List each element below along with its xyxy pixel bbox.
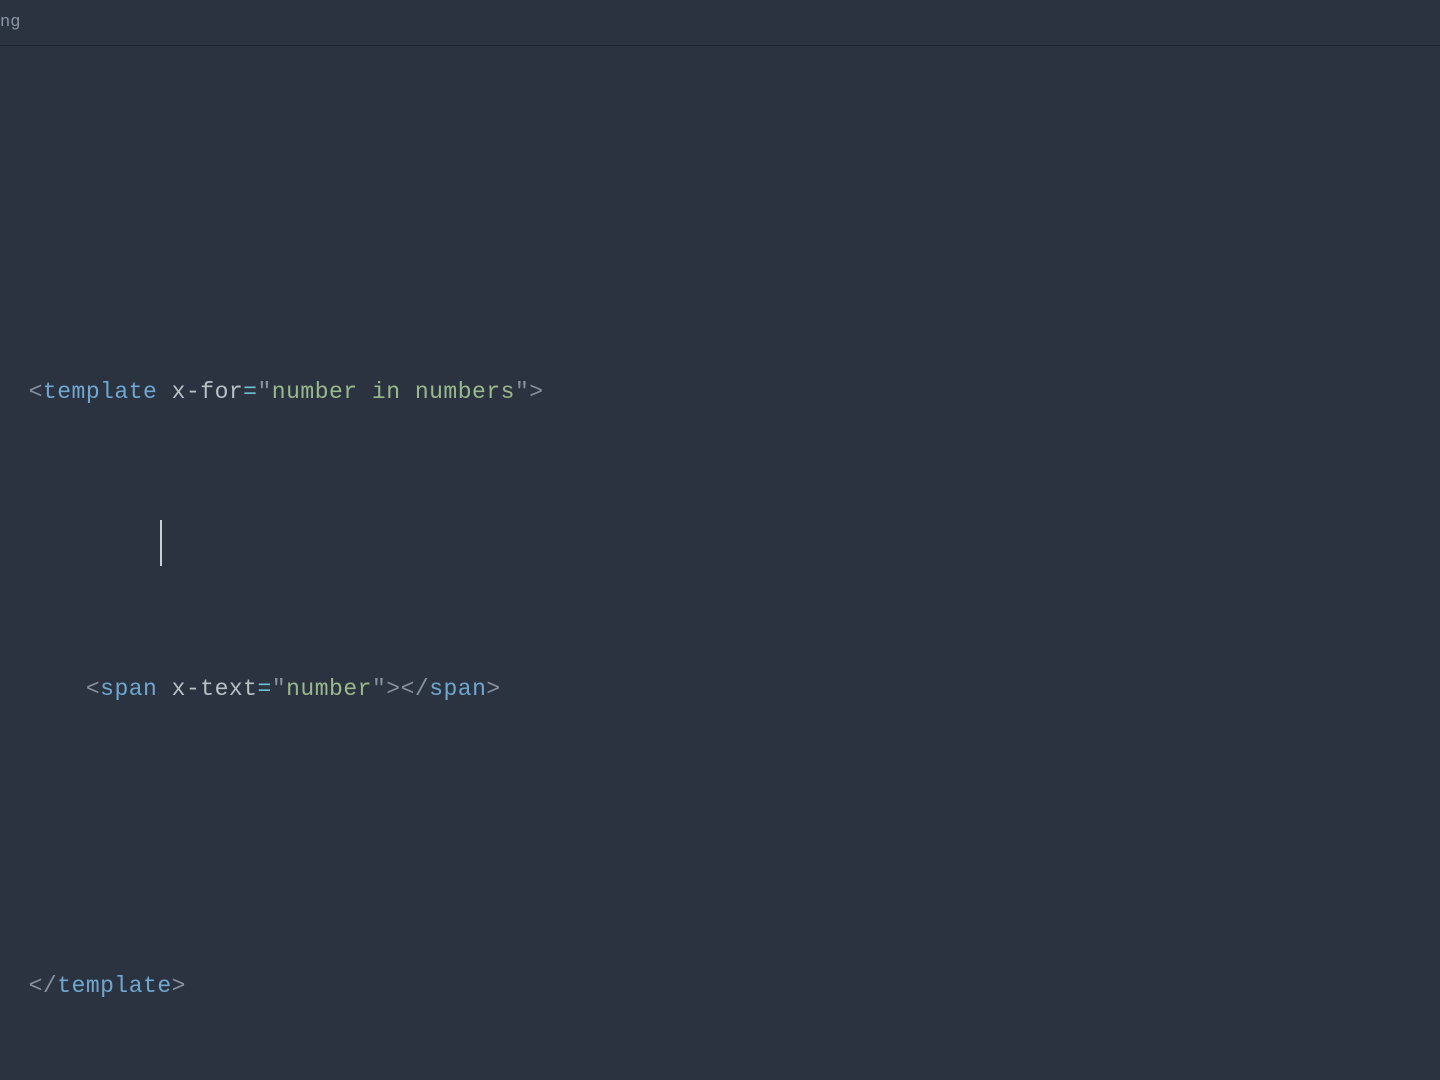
tab-bar: ng [0, 0, 1440, 46]
text-cursor [160, 520, 162, 566]
code-line: <template x-for="number in numbers"> [0, 363, 1440, 422]
code-editor[interactable]: <template x-for="number in numbers"> <sp… [0, 46, 1440, 1080]
code-line: </template> [0, 957, 1440, 1016]
active-tab-label[interactable]: ng [0, 13, 20, 32]
code-line: <span x-text="number"></span> [0, 660, 1440, 719]
